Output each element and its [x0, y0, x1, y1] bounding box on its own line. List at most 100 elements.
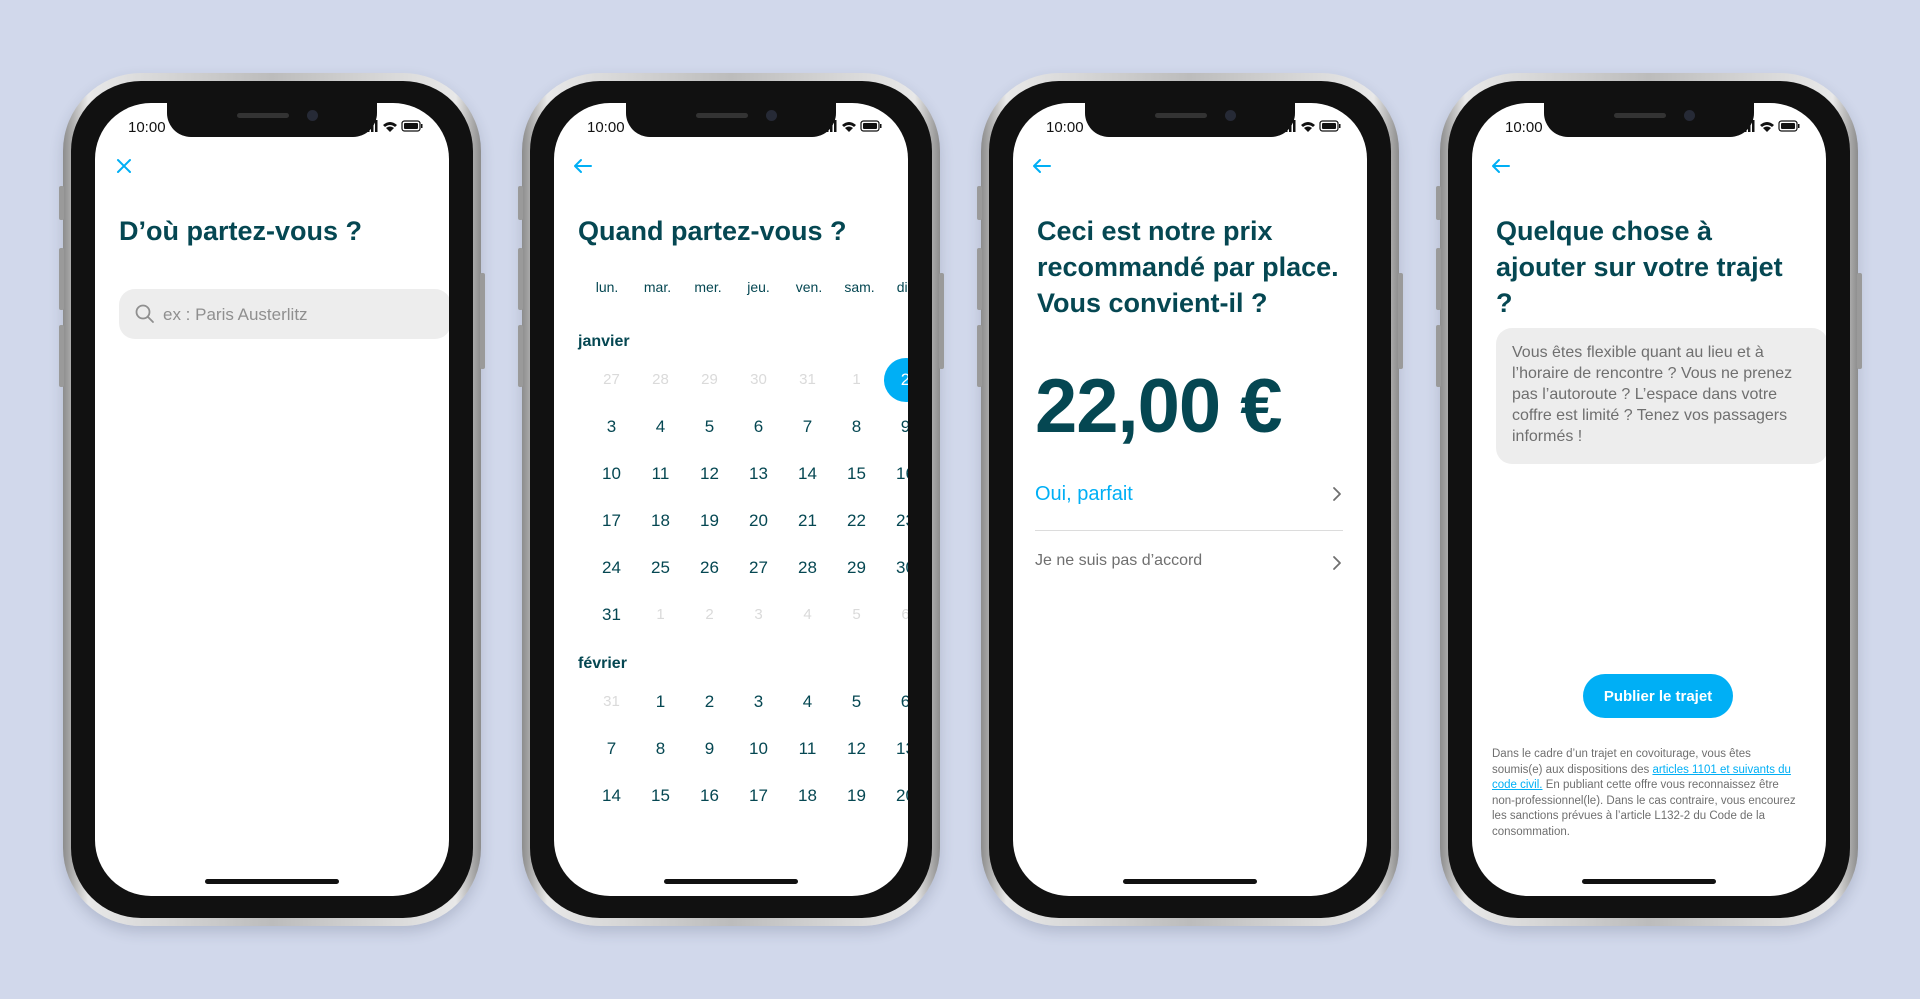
calendar-day[interactable]: 12	[685, 450, 734, 497]
calendar-day[interactable]: 19	[685, 497, 734, 544]
status-time: 10:00	[128, 119, 166, 136]
calendar-day-number: 19	[847, 786, 866, 805]
accept-price-option[interactable]: Oui, parfait	[1035, 475, 1343, 515]
calendar-day[interactable]: 24	[587, 544, 636, 591]
calendar-day[interactable]: 22	[832, 497, 881, 544]
volume-up-button	[977, 248, 982, 310]
calendar-day[interactable]: 4	[636, 403, 685, 450]
decline-price-option[interactable]: Je ne suis pas d’accord	[1035, 544, 1343, 584]
search-input[interactable]: ex : Paris Austerlitz	[119, 289, 449, 339]
calendar-day[interactable]: 9	[685, 725, 734, 772]
calendar-day-number: 5	[704, 417, 715, 436]
calendar-day[interactable]: 28	[783, 544, 832, 591]
calendar-day[interactable]: 16	[881, 450, 908, 497]
recommended-price: 22,00 €	[1035, 364, 1283, 449]
calendar-day-number: 28	[652, 371, 669, 388]
calendar-day[interactable]: 23	[881, 497, 908, 544]
calendar-day[interactable]: 12	[832, 725, 881, 772]
arrow-left-icon[interactable]	[1031, 155, 1053, 177]
calendar-day[interactable]: 10	[587, 450, 636, 497]
calendar-day[interactable]: 4	[783, 678, 832, 725]
calendar-day[interactable]: 14	[783, 450, 832, 497]
home-indicator	[664, 879, 798, 884]
screen-departure: 10:00 D’où partez-vous ? ex : Paris Aust…	[95, 103, 449, 896]
calendar-day[interactable]: 8	[832, 403, 881, 450]
calendar-day[interactable]: 11	[783, 725, 832, 772]
calendar-day[interactable]: 7	[587, 725, 636, 772]
calendar-day-number: 31	[799, 371, 816, 388]
calendar-day-number: 9	[900, 417, 908, 436]
calendar-day[interactable]: 1	[636, 678, 685, 725]
power-button	[1398, 273, 1403, 369]
calendar-day[interactable]: 5	[832, 678, 881, 725]
mute-switch	[59, 186, 64, 220]
calendar-day[interactable]: 10	[734, 725, 783, 772]
calendar-day[interactable]: 17	[734, 772, 783, 819]
calendar-day[interactable]: 9	[881, 403, 908, 450]
calendar-day[interactable]: 25	[636, 544, 685, 591]
volume-up-button	[1436, 248, 1441, 310]
calendar-day[interactable]: 30	[881, 544, 908, 591]
calendar-day-number: 16	[700, 786, 719, 805]
calendar-day-number: 22	[847, 511, 866, 530]
calendar-day[interactable]: 20	[734, 497, 783, 544]
calendar-day[interactable]: 3	[587, 403, 636, 450]
calendar-day[interactable]: 5	[685, 403, 734, 450]
calendar-day-number: 20	[896, 786, 908, 805]
close-icon[interactable]	[113, 155, 135, 177]
calendar-day[interactable]: 18	[636, 497, 685, 544]
month-label: janvier	[578, 333, 630, 350]
calendar-day[interactable]: 15	[636, 772, 685, 819]
calendar-day[interactable]: 7	[783, 403, 832, 450]
publish-button[interactable]: Publier le trajet	[1583, 674, 1733, 718]
calendar-day-number: 6	[901, 606, 908, 623]
calendar-day: 4	[783, 591, 832, 638]
calendar-day[interactable]: 17	[587, 497, 636, 544]
comment-textarea[interactable]: Vous êtes flexible quant au lieu et à l’…	[1496, 328, 1826, 464]
calendar-day[interactable]: 3	[734, 678, 783, 725]
calendar-day-number: 28	[798, 558, 817, 577]
calendar-day[interactable]: 6	[881, 678, 908, 725]
calendar-day[interactable]: 8	[636, 725, 685, 772]
calendar-day[interactable]: 6	[734, 403, 783, 450]
calendar-day[interactable]: 11	[636, 450, 685, 497]
calendar-day-selected[interactable]: 2	[881, 356, 908, 403]
calendar-day[interactable]: 13	[734, 450, 783, 497]
calendar-day[interactable]: 29	[832, 544, 881, 591]
calendar-day-number: 8	[851, 417, 862, 436]
screen-comment: 10:00 Quelque chose à ajouter sur votre …	[1472, 103, 1826, 896]
calendar-day[interactable]: 19	[832, 772, 881, 819]
calendar-day[interactable]: 15	[832, 450, 881, 497]
calendar-day[interactable]: 13	[881, 725, 908, 772]
calendar-day-number: 12	[847, 739, 866, 758]
calendar-day[interactable]: 27	[734, 544, 783, 591]
notch	[1085, 103, 1295, 137]
calendar-day[interactable]: 2	[685, 678, 734, 725]
calendar-day[interactable]: 18	[783, 772, 832, 819]
status-time: 10:00	[1505, 119, 1543, 136]
calendar-day[interactable]: 20	[881, 772, 908, 819]
calendar-day: 5	[832, 591, 881, 638]
calendar-day-number: 27	[603, 371, 620, 388]
power-button	[480, 273, 485, 369]
calendar-day[interactable]: 26	[685, 544, 734, 591]
phone-bezel: 10:00 D’où partez-vous ? ex : Paris Aust…	[71, 81, 473, 918]
phone-frame-3: 10:00 Ceci est notre prix recommandé par…	[977, 73, 1403, 926]
phone-frame-4: 10:00 Quelque chose à ajouter sur votre …	[1436, 73, 1862, 926]
calendar-day-number: 13	[896, 739, 908, 758]
page-title: Ceci est notre prix recommandé par place…	[1037, 216, 1339, 318]
mute-switch	[518, 186, 523, 220]
arrow-left-icon[interactable]	[572, 155, 594, 177]
calendar-day[interactable]: 16	[685, 772, 734, 819]
weekday-label: lun.	[595, 279, 619, 295]
calendar-day[interactable]: 14	[587, 772, 636, 819]
weekday-label: sam.	[844, 279, 875, 295]
volume-down-button	[1436, 325, 1441, 387]
arrow-left-icon[interactable]	[1490, 155, 1512, 177]
weekday-label: jeu.	[747, 279, 770, 295]
accept-price-label: Oui, parfait	[1035, 483, 1133, 505]
calendar-day[interactable]: 21	[783, 497, 832, 544]
weekday-label: dim.	[896, 279, 908, 295]
calendar-day[interactable]: 31	[587, 591, 636, 638]
mute-switch	[977, 186, 982, 220]
